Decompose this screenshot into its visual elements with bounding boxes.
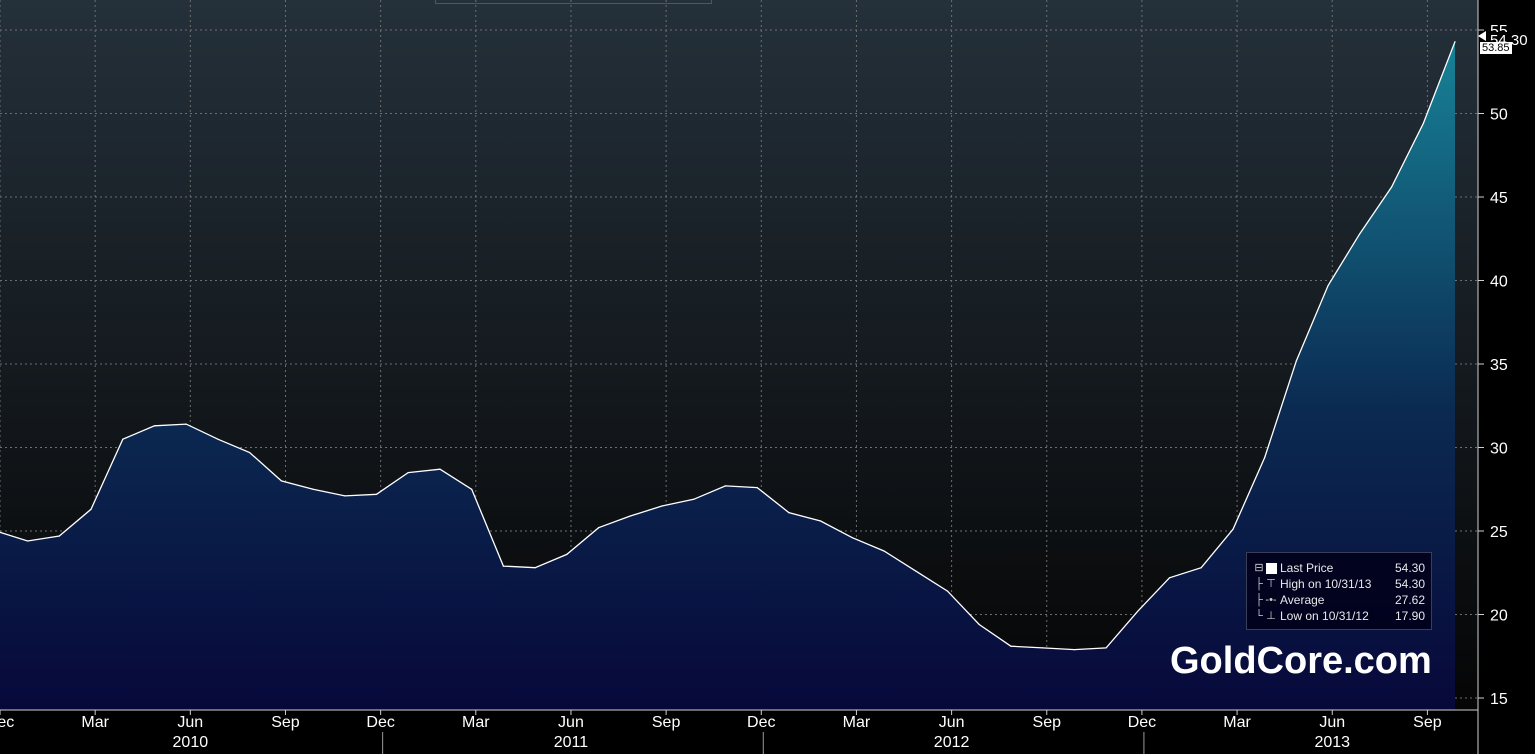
legend-value: 54.30	[1394, 577, 1425, 591]
data-point	[788, 511, 790, 514]
x-tick-label: Dec	[747, 714, 775, 731]
x-tick-label: Jun	[939, 714, 965, 731]
data-point	[1010, 645, 1012, 647]
legend-label: Average	[1280, 593, 1325, 607]
data-point	[1232, 528, 1234, 530]
data-point	[90, 508, 92, 510]
x-tick-label: Mar	[81, 714, 109, 731]
low-marker-icon: ⊥	[1266, 610, 1276, 622]
tree-branch-icon: ├	[1255, 578, 1263, 590]
y-tick-label: 40	[1490, 274, 1508, 291]
legend-label: Low on 10/31/12	[1280, 609, 1369, 623]
data-point	[1042, 647, 1044, 649]
y-tick-label: 15	[1490, 691, 1508, 708]
y-tick-label: 50	[1490, 107, 1508, 124]
data-point	[661, 505, 663, 507]
x-tick-label: Sep	[1413, 714, 1442, 731]
legend-item-last-price: ⊟ Last Price 54.30	[1247, 560, 1431, 576]
data-point	[502, 565, 504, 567]
watermark: GoldCore.com	[1170, 640, 1432, 682]
legend-value: 17.90	[1394, 609, 1425, 623]
top-toolbar-box	[435, 0, 712, 4]
last-price-swatch	[1266, 563, 1277, 574]
x-tick-label: Jun	[558, 714, 584, 731]
data-point	[1327, 284, 1329, 287]
x-year-label: 2013	[1314, 734, 1350, 751]
x-tick-label: Dec	[1128, 714, 1156, 731]
data-point	[978, 623, 980, 626]
tree-branch-icon: ├	[1255, 594, 1263, 606]
data-point	[249, 451, 251, 454]
high-marker-icon: ⊤	[1266, 578, 1276, 590]
x-tick-label: Dec	[366, 714, 394, 731]
data-point	[312, 488, 314, 490]
data-point	[1391, 186, 1393, 188]
data-point	[851, 537, 853, 539]
data-point	[344, 495, 346, 497]
legend-label: Last Price	[1280, 561, 1334, 575]
data-point	[1168, 577, 1171, 579]
data-point	[185, 423, 187, 425]
data-point	[1073, 649, 1075, 651]
legend-label: High on 10/31/13	[1280, 577, 1372, 591]
data-point	[566, 553, 568, 556]
data-point	[375, 493, 378, 495]
data-point	[534, 567, 536, 569]
data-point	[1422, 122, 1424, 125]
legend-value: 54.30	[1394, 561, 1425, 575]
data-point	[693, 498, 695, 500]
data-point	[598, 527, 600, 529]
data-point	[915, 570, 917, 572]
legend: ⊟ Last Price 54.30 ├ ⊤ High on 10/31/13 …	[1246, 552, 1432, 630]
data-point	[1359, 233, 1361, 235]
x-tick-label: Sep	[271, 714, 300, 731]
data-point	[1137, 610, 1139, 612]
y-tick-label: 25	[1490, 524, 1508, 541]
legend-item-high: ├ ⊤ High on 10/31/13 54.30	[1247, 576, 1431, 592]
tree-end-icon: └	[1255, 610, 1263, 622]
x-tick-label: Jun	[177, 714, 203, 731]
y-tick-label: 45	[1490, 190, 1508, 207]
x-tick-label: Sep	[652, 714, 681, 731]
x-tick-label: Mar	[462, 714, 490, 731]
average-marker-icon: -•-	[1265, 594, 1277, 606]
data-point	[820, 520, 822, 522]
x-tick-label: Dec	[0, 714, 14, 731]
collapse-square-icon[interactable]: ⊟	[1253, 561, 1265, 575]
data-point	[1105, 647, 1107, 649]
data-point	[58, 535, 60, 537]
data-point	[1264, 456, 1266, 459]
data-point	[756, 487, 758, 489]
data-point	[629, 515, 631, 517]
data-point	[122, 438, 124, 440]
y-tick-label: 20	[1490, 608, 1508, 625]
data-point	[217, 438, 219, 440]
data-point	[280, 480, 282, 482]
data-point	[1295, 360, 1297, 362]
x-tick-label: Mar	[843, 714, 871, 731]
data-point	[407, 472, 409, 474]
data-point	[439, 468, 441, 470]
data-point	[471, 488, 473, 490]
data-point	[946, 590, 949, 592]
x-tick-label: Mar	[1223, 714, 1251, 731]
x-tick-label: Jun	[1319, 714, 1345, 731]
y-tick-label: 35	[1490, 357, 1508, 374]
legend-item-average: ├ -•- Average 27.62	[1247, 592, 1431, 608]
legend-value: 27.62	[1394, 593, 1425, 607]
x-year-label: 2010	[173, 734, 209, 751]
data-point	[1454, 41, 1456, 43]
y-tick-label: 30	[1490, 441, 1508, 458]
x-year-label: 2012	[934, 734, 970, 751]
data-point	[153, 425, 156, 427]
data-point	[883, 550, 885, 552]
legend-item-low: └ ⊥ Low on 10/31/12 17.90	[1247, 608, 1431, 624]
data-point	[724, 485, 727, 487]
previous-price-tag: 53.85	[1480, 42, 1512, 54]
data-point	[27, 540, 29, 542]
x-tick-label: Sep	[1033, 714, 1062, 731]
data-point	[1200, 567, 1202, 569]
x-year-label: 2011	[554, 734, 589, 751]
